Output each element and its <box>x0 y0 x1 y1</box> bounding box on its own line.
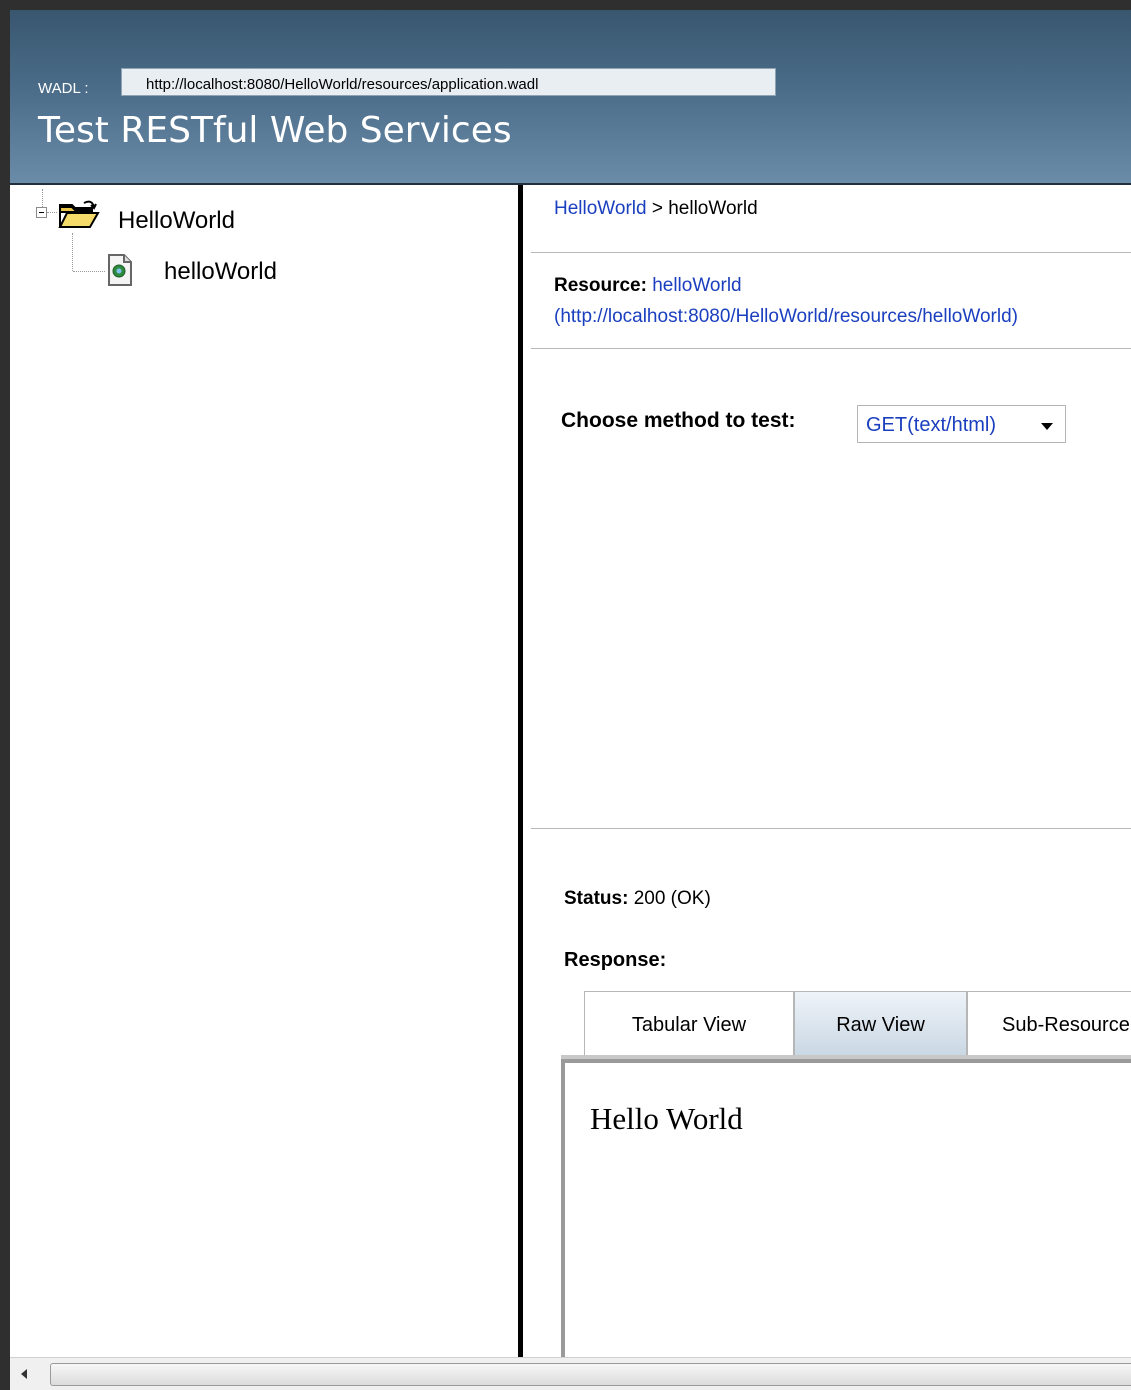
response-body-text: Hello World <box>590 1101 743 1136</box>
method-selected-value: GET(text/html) <box>866 414 997 436</box>
window-frame-top <box>0 0 1131 10</box>
tree-item-helloworld-resource[interactable]: helloWorld <box>164 258 277 286</box>
method-label: Choose method to test: <box>561 409 796 432</box>
resource-tree-pane <box>10 185 518 1357</box>
resource-file-icon <box>108 254 132 286</box>
tree-connector <box>72 233 73 271</box>
method-select[interactable]: GET(text/html) <box>857 405 1066 443</box>
tree-connector <box>47 212 57 213</box>
resource-heading: Resource: helloWorld <box>554 275 742 297</box>
scrollbar-thumb[interactable] <box>50 1363 1131 1386</box>
tab-sub-resource[interactable]: Sub-Resource <box>967 991 1131 1057</box>
tab-tabular-view[interactable]: Tabular View <box>584 991 794 1057</box>
response-label: Response: <box>564 949 667 971</box>
collapse-toggle-icon[interactable] <box>36 207 47 218</box>
horizontal-scrollbar[interactable] <box>10 1357 1131 1390</box>
wadl-label: WADL : <box>38 80 89 97</box>
response-content-panel: Hello World <box>561 1059 1131 1357</box>
status-line: Status: 200 (OK) <box>564 888 711 910</box>
breadcrumb: HelloWorld > helloWorld <box>554 198 758 220</box>
tree-connector <box>73 271 105 272</box>
tree-item-helloworld-app[interactable]: HelloWorld <box>118 207 235 235</box>
tab-raw-view[interactable]: Raw View <box>794 991 967 1057</box>
status-label: Status: <box>564 888 629 909</box>
status-value: 200 (OK) <box>633 888 711 909</box>
breadcrumb-link-helloworld[interactable]: HelloWorld <box>554 198 647 219</box>
resource-name-link[interactable]: helloWorld <box>652 275 741 296</box>
wadl-url-field[interactable]: http://localhost:8080/HelloWorld/resourc… <box>121 68 776 96</box>
divider <box>531 348 1131 349</box>
divider <box>531 828 1131 829</box>
app-header: WADL : http://localhost:8080/HelloWorld/… <box>10 10 1131 185</box>
folder-open-icon <box>58 200 100 228</box>
scroll-left-icon[interactable] <box>10 1358 40 1390</box>
resource-detail-pane: HelloWorld > helloWorld Resource: helloW… <box>523 185 1131 1357</box>
breadcrumb-current: helloWorld <box>668 198 758 219</box>
resource-url-link[interactable]: (http://localhost:8080/HelloWorld/resour… <box>554 306 1018 328</box>
breadcrumb-separator: > <box>646 198 669 219</box>
divider <box>531 252 1131 253</box>
resource-label: Resource: <box>554 275 647 296</box>
window-frame-left <box>0 0 10 1390</box>
tree-connector <box>42 189 43 207</box>
chevron-down-icon <box>1041 423 1053 430</box>
page-title: Test RESTful Web Services <box>38 110 512 151</box>
